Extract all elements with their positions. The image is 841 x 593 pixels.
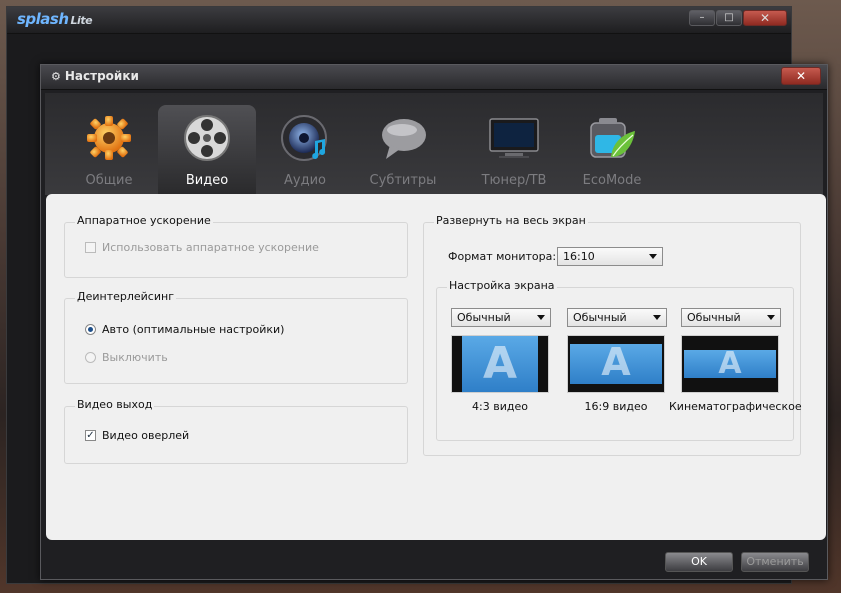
select-value: Обычный <box>687 311 741 324</box>
video-overlay-checkbox[interactable]: ✓ <box>85 430 96 441</box>
tab-label: Тюнер/ТВ <box>481 173 547 188</box>
gear-icon: ⚙ <box>51 70 61 83</box>
tab-label: EcoMode <box>582 173 642 188</box>
ok-button[interactable]: OK <box>665 552 733 572</box>
hw-accel-group: Аппаратное ускорение Использовать аппара… <box>64 214 408 278</box>
preview-cinema: A <box>681 335 779 393</box>
background-close-button[interactable]: ✕ <box>743 10 787 26</box>
settings-dialog: ⚙ Настройки ✕ Общие Видео Аудио Субтитры… <box>40 64 828 580</box>
tab-label: Общие <box>85 173 133 188</box>
chevron-down-icon <box>537 315 545 320</box>
tab-general[interactable]: Общие <box>60 105 158 195</box>
preview-letter: A <box>718 346 742 381</box>
monitor-format-label: Формат монитора: <box>448 250 557 263</box>
monitor-format-select[interactable]: 16:10 <box>557 247 663 266</box>
video-out-group: Видео выход ✓ Видео оверлей <box>64 398 408 464</box>
video-overlay-row: ✓ Видео оверлей <box>85 429 189 442</box>
app-logo: splash Lite <box>17 10 93 28</box>
settings-tabs: Общие Видео Аудио Субтитры Тюнер/ТВ EcoM… <box>45 93 823 195</box>
film-reel-icon <box>184 115 230 161</box>
fullscreen-group: Развернуть на весь экран Формат монитора… <box>423 214 802 456</box>
mode-169-select[interactable]: Обычный <box>567 308 667 327</box>
dialog-close-button[interactable]: ✕ <box>781 67 821 85</box>
caption-169: 16:9 видео <box>584 400 648 413</box>
tab-label: Субтитры <box>369 173 437 188</box>
group-title: Развернуть на весь экран <box>434 214 588 227</box>
dialog-titlebar: ⚙ Настройки ✕ <box>41 65 827 90</box>
deinterlace-auto-row: Авто (оптимальные настройки) <box>85 323 284 336</box>
select-value: Обычный <box>573 311 627 324</box>
gear-icon <box>87 116 131 160</box>
chevron-down-icon <box>649 254 657 259</box>
maximize-button[interactable]: □ <box>716 10 742 26</box>
tab-tuner-tv[interactable]: Тюнер/ТВ <box>465 105 563 195</box>
cancel-button[interactable]: Отменить <box>741 552 809 572</box>
hw-accel-row: Использовать аппаратное ускорение <box>85 241 319 254</box>
group-title: Настройка экрана <box>447 279 557 292</box>
group-title: Видео выход <box>75 398 155 411</box>
speaker-icon <box>281 115 327 161</box>
select-value: Обычный <box>457 311 511 324</box>
preview-letter: A <box>601 340 631 384</box>
caption-cinema: Кинематографическое <box>669 400 802 413</box>
deinterlace-off-row: Выключить <box>85 351 168 364</box>
chevron-down-icon <box>767 315 775 320</box>
chevron-down-icon <box>653 315 661 320</box>
tab-label: Видео <box>185 173 229 188</box>
radio-label: Выключить <box>102 351 168 364</box>
battery-leaf-icon <box>590 118 635 158</box>
minimize-button[interactable]: – <box>689 10 715 26</box>
background-titlebar: splash Lite – □ ✕ <box>7 7 791 34</box>
preview-43: A <box>451 335 549 393</box>
checkbox-label: Видео оверлей <box>102 429 190 442</box>
group-title: Деинтерлейсинг <box>75 290 176 303</box>
screen-setup-group: Настройка экрана Обычный A 4:3 видео Обы… <box>436 279 802 441</box>
tab-subtitles[interactable]: Субтитры <box>354 105 452 195</box>
tab-label: Аудио <box>284 173 326 188</box>
preview-169: A <box>567 335 665 393</box>
select-value: 16:10 <box>563 250 595 263</box>
preview-letter: A <box>482 338 518 389</box>
deinterlace-auto-radio[interactable] <box>85 324 96 335</box>
tv-icon <box>489 118 539 158</box>
tab-video[interactable]: Видео <box>158 105 256 195</box>
mode-43-select[interactable]: Обычный <box>451 308 551 327</box>
caption-43: 4:3 видео <box>472 400 528 413</box>
background-window-controls: – □ ✕ <box>689 10 787 26</box>
mode-cinema-select[interactable]: Обычный <box>681 308 781 327</box>
tab-audio[interactable]: Аудио <box>256 105 354 195</box>
deinterlace-off-radio[interactable] <box>85 352 96 363</box>
radio-label: Авто (оптимальные настройки) <box>102 323 285 336</box>
deinterlace-group: Деинтерлейсинг Авто (оптимальные настрой… <box>64 290 408 384</box>
group-title: Аппаратное ускорение <box>75 214 213 227</box>
tab-ecomode[interactable]: EcoMode <box>563 105 661 195</box>
video-settings-panel: Аппаратное ускорение Использовать аппара… <box>46 194 826 540</box>
dialog-title: ⚙ Настройки <box>51 69 139 83</box>
hw-accel-checkbox[interactable] <box>85 242 96 253</box>
speech-bubble-icon <box>382 119 426 159</box>
checkbox-label: Использовать аппаратное ускорение <box>102 241 319 254</box>
